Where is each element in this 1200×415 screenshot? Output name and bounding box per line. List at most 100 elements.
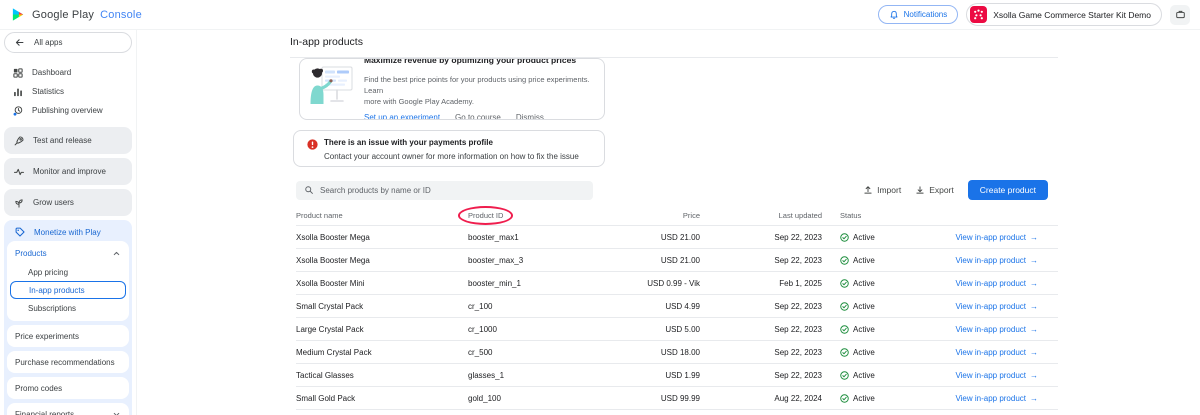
- sidebar-item-grow-users[interactable]: Grow users: [4, 189, 132, 216]
- all-apps-label: All apps: [34, 38, 62, 47]
- arrow-right-icon: →: [1030, 302, 1038, 311]
- sidebar-item-label: Grow users: [33, 198, 74, 207]
- promo-banner: Maximize revenue by optimizing your prod…: [299, 58, 605, 120]
- view-in-app-product-link[interactable]: View in-app product→: [940, 233, 1058, 242]
- last-updated-cell: Sep 22, 2023: [700, 348, 822, 357]
- upload-icon: [863, 185, 873, 195]
- workspace-button[interactable]: [1170, 5, 1190, 25]
- sidebar-item-publishing-overview[interactable]: Publishing overview: [0, 101, 136, 120]
- product-name-cell: Medium Crystal Pack: [296, 348, 468, 357]
- sidebar-sections: Test and release Monitor and improve Grow …: [0, 127, 136, 216]
- status-cell: Active: [822, 348, 940, 357]
- status-badge: Active: [853, 348, 875, 357]
- sidebar-item-statistics[interactable]: Statistics: [0, 82, 136, 101]
- view-in-app-product-link[interactable]: View in-app product→: [940, 256, 1058, 265]
- price-experiment-illustration: [306, 64, 356, 109]
- promo-body-line: more with Google Play Academy.: [364, 96, 598, 107]
- last-updated-cell: Sep 22, 2023: [700, 371, 822, 380]
- table-row: Small Crystal Packcr_100USD 4.99Sep 22, …: [296, 295, 1058, 318]
- price-cell: USD 21.00: [610, 256, 700, 265]
- price-cell: USD 99.99: [610, 394, 700, 403]
- main-content: In-app products: [137, 30, 1200, 415]
- view-in-app-product-link[interactable]: View in-app product→: [940, 325, 1058, 334]
- sidebar-item-monitor-and-improve[interactable]: Monitor and improve: [4, 158, 132, 185]
- app-selector[interactable]: Xsolla Game Commerce Starter Kit Demo: [966, 3, 1162, 26]
- last-updated-cell: Feb 1, 2025: [700, 279, 822, 288]
- sidebar-item-monetize-with-play[interactable]: Monetize with Play: [7, 223, 129, 241]
- app-name: Xsolla Game Commerce Starter Kit Demo: [993, 10, 1151, 20]
- last-updated-cell: Sep 22, 2023: [700, 325, 822, 334]
- go-to-course-link[interactable]: Go to course: [455, 113, 501, 120]
- search-box[interactable]: [296, 181, 593, 200]
- view-in-app-product-link[interactable]: View in-app product→: [940, 302, 1058, 311]
- export-button[interactable]: Export: [915, 185, 954, 195]
- import-label: Import: [877, 185, 901, 195]
- column-header-price: Price: [610, 211, 700, 220]
- google-play-console-logo[interactable]: Google Play Console: [0, 7, 142, 22]
- view-in-app-product-link[interactable]: View in-app product→: [940, 279, 1058, 288]
- product-name-cell: Tactical Glasses: [296, 371, 468, 380]
- check-circle-icon: [840, 348, 849, 357]
- sidebar-item-test-and-release[interactable]: Test and release: [4, 127, 132, 154]
- create-product-button[interactable]: Create product: [968, 180, 1048, 200]
- last-updated-cell: Aug 22, 2024: [700, 394, 822, 403]
- column-header-last-updated: Last updated: [700, 211, 822, 220]
- column-header-product-id: Product ID: [468, 211, 610, 220]
- search-input[interactable]: [320, 186, 585, 195]
- sidebar-item-label: Publishing overview: [32, 106, 103, 115]
- sidebar-item-label: Monitor and improve: [33, 167, 106, 176]
- arrow-right-icon: →: [1030, 233, 1038, 242]
- sidebar-item-in-app-products[interactable]: In-app products: [10, 281, 126, 299]
- product-id-cell: gold_100: [468, 394, 610, 403]
- sidebar-item-label: Subscriptions: [28, 304, 76, 313]
- import-button[interactable]: Import: [863, 185, 901, 195]
- promo-body: Find the best price points for your prod…: [364, 74, 598, 107]
- page-title: In-app products: [290, 36, 363, 48]
- monetize-label: Monetize with Play: [34, 228, 101, 237]
- sidebar-item-label: Price experiments: [15, 332, 79, 341]
- sidebar-item-price-experiments[interactable]: Price experiments: [7, 325, 129, 347]
- sidebar-item-products[interactable]: Products: [7, 243, 129, 263]
- product-name-cell: Xsolla Booster Mega: [296, 256, 468, 265]
- briefcase-icon: [1175, 9, 1186, 20]
- product-name-cell: Large Crystal Pack: [296, 325, 468, 334]
- status-cell: Active: [822, 279, 940, 288]
- status-badge: Active: [853, 325, 875, 334]
- promo-title-clipped: Maximize revenue by optimizing your prod…: [364, 59, 598, 65]
- all-apps-button[interactable]: All apps: [4, 32, 132, 53]
- products-label: Products: [15, 249, 47, 258]
- table-row: Large Crystal Packcr_1000USD 5.00Sep 22,…: [296, 318, 1058, 341]
- price-cell: USD 1.99: [610, 371, 700, 380]
- table-body: Xsolla Booster Megabooster_max1USD 21.00…: [296, 226, 1058, 410]
- view-in-app-product-link[interactable]: View in-app product→: [940, 348, 1058, 357]
- play-triangle-icon: [11, 7, 26, 22]
- alert-body: Contact your account owner for more info…: [324, 152, 579, 161]
- dismiss-link[interactable]: Dismiss: [516, 113, 544, 120]
- brand-product: Console: [100, 9, 142, 21]
- create-product-label: Create product: [980, 185, 1036, 195]
- sidebar-item-label: Dashboard: [32, 68, 71, 77]
- sidebar-item-app-pricing[interactable]: App pricing: [7, 263, 129, 281]
- set-up-an-experiment-link[interactable]: Set up an experiment: [364, 113, 440, 120]
- check-circle-icon: [840, 233, 849, 242]
- last-updated-cell: Sep 22, 2023: [700, 302, 822, 311]
- products-group: Products App pricing In-app products Subsc…: [7, 241, 129, 321]
- sidebar-item-subscriptions[interactable]: Subscriptions: [7, 299, 129, 317]
- top-bar-right: Notifications Xsolla Game Commerce Start…: [878, 3, 1200, 26]
- sidebar-item-financial-reports[interactable]: Financial reports: [7, 403, 129, 415]
- sidebar-item-purchase-recommendations[interactable]: Purchase recommendations: [7, 351, 129, 373]
- monetize-section: Monetize with Play Products App pricing I…: [4, 220, 132, 415]
- price-cell: USD 5.00: [610, 325, 700, 334]
- view-in-app-product-link[interactable]: View in-app product→: [940, 394, 1058, 403]
- sidebar-item-dashboard[interactable]: Dashboard: [0, 63, 136, 82]
- sidebar-item-promo-codes[interactable]: Promo codes: [7, 377, 129, 399]
- status-cell: Active: [822, 302, 940, 311]
- view-in-app-product-link[interactable]: View in-app product→: [940, 371, 1058, 380]
- brand-name: Google Play: [32, 9, 94, 21]
- sidebar-item-label: In-app products: [29, 286, 85, 295]
- table-row: Tactical Glassesglasses_1USD 1.99Sep 22,…: [296, 364, 1058, 387]
- notifications-button[interactable]: Notifications: [878, 5, 959, 24]
- check-circle-icon: [840, 279, 849, 288]
- arrow-right-icon: →: [1030, 348, 1038, 357]
- status-badge: Active: [853, 233, 875, 242]
